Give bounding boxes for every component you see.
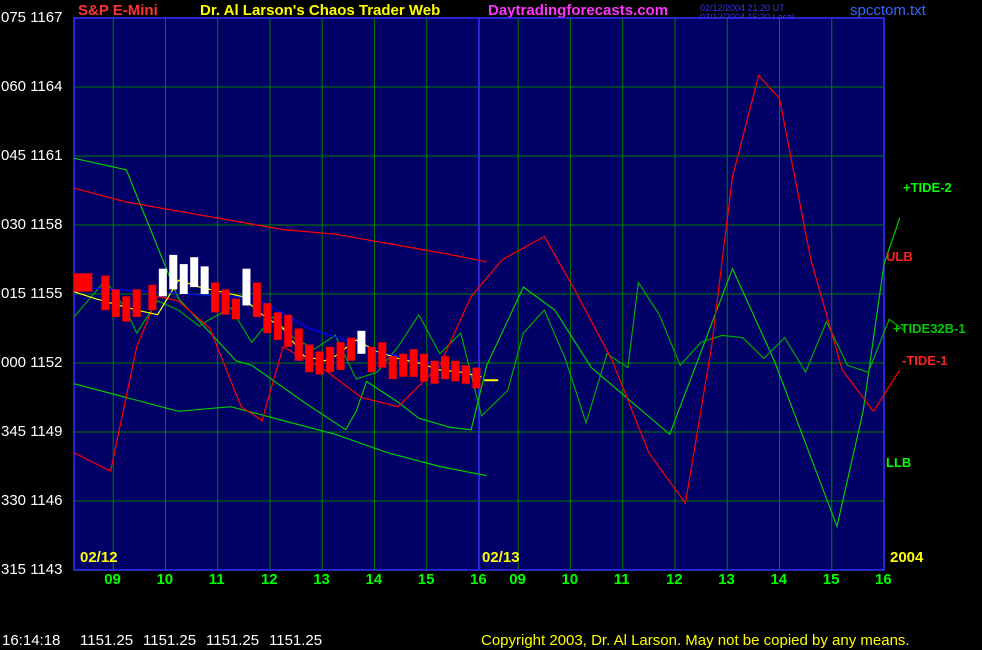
price-bar — [399, 353, 408, 377]
price-bar — [472, 367, 481, 389]
price-bar — [336, 342, 345, 370]
price-bar — [441, 356, 450, 380]
y-tick-label: 315 1143 — [1, 561, 63, 578]
legend-tide1: -TIDE-1 — [902, 353, 948, 368]
price-bar — [430, 360, 439, 384]
price-bar — [461, 365, 470, 384]
x-tick-label: 14 — [770, 571, 788, 588]
x-tick-label: 09 — [509, 571, 526, 588]
price-bar — [284, 314, 293, 347]
price-bar — [357, 330, 366, 354]
x-tick-label: 09 — [104, 571, 121, 588]
price-bar — [122, 296, 131, 322]
y-tick-label: 330 1146 — [1, 492, 63, 509]
footer-quote-3: 1151.25 — [206, 632, 260, 649]
price-bar — [232, 298, 240, 320]
y-tick-label: 000 1152 — [1, 354, 63, 371]
x-tick-label: 16 — [470, 571, 487, 588]
price-bar — [263, 303, 272, 334]
price-bar — [101, 275, 110, 311]
chart-root: S&P E-Mini Dr. Al Larson's Chaos Trader … — [0, 0, 982, 650]
legend-tide2: +TIDE-2 — [903, 180, 952, 195]
year-label: 2004 — [890, 549, 924, 566]
x-tick-label: 10 — [156, 571, 174, 588]
price-bar — [169, 254, 178, 290]
date-label-day1: 02/12 — [80, 549, 118, 566]
price-bar — [346, 337, 355, 361]
x-tick-label: 16 — [875, 571, 892, 588]
price-bar — [221, 289, 230, 315]
price-bar — [305, 344, 314, 373]
copyright: Copyright 2003, Dr. Al Larson. May not b… — [481, 632, 910, 649]
date-label-day2: 02/13 — [482, 549, 520, 566]
price-bar — [273, 312, 282, 340]
price-bar — [378, 342, 387, 368]
opening-range-box — [74, 273, 93, 292]
price-bar — [200, 266, 209, 294]
price-bar — [420, 353, 429, 382]
x-tick-label: 13 — [718, 571, 735, 588]
x-tick-label: 11 — [613, 571, 630, 588]
x-tick-label: 13 — [313, 571, 330, 588]
price-bar — [132, 289, 141, 317]
y-tick-label: 045 1161 — [1, 147, 63, 164]
y-tick-label: 075 1167 — [1, 9, 63, 26]
x-tick-label: 12 — [665, 571, 683, 588]
legend-ulb: ULB — [886, 249, 913, 264]
price-bar — [294, 328, 303, 361]
price-bar — [252, 282, 261, 317]
x-tick-label: 15 — [822, 571, 840, 588]
y-tick-label: 030 1158 — [1, 216, 63, 233]
x-tick-label: 14 — [365, 571, 383, 588]
price-bar — [211, 282, 220, 313]
price-bar — [315, 351, 324, 375]
price-bar — [326, 346, 335, 373]
x-tick-label: 15 — [417, 571, 435, 588]
price-bar — [367, 346, 376, 373]
price-bar — [190, 257, 199, 288]
price-bar — [242, 268, 251, 306]
x-tick-label: 10 — [561, 571, 579, 588]
y-tick-label: 345 1149 — [1, 423, 63, 440]
price-bar — [409, 349, 418, 377]
footer-quote-2: 1151.25 — [143, 632, 197, 649]
footer-quote-1: 1151.25 — [80, 632, 134, 649]
price-bar — [179, 264, 188, 294]
y-tick-label: 015 1155 — [1, 285, 63, 302]
price-bar — [451, 360, 460, 382]
price-bar — [158, 268, 167, 297]
x-tick-label: 11 — [208, 571, 225, 588]
price-bar — [111, 289, 120, 317]
x-tick-label: 12 — [260, 571, 278, 588]
price-bar — [388, 356, 397, 380]
legend-tide32b: +TIDE32B-1 — [893, 321, 966, 336]
legend-llb: LLB — [886, 455, 912, 470]
y-tick-label: 060 1164 — [1, 78, 63, 95]
price-bar — [148, 284, 157, 311]
footer-time: 16:14:18 — [2, 632, 61, 649]
footer-quote-4: 1151.25 — [269, 632, 323, 649]
